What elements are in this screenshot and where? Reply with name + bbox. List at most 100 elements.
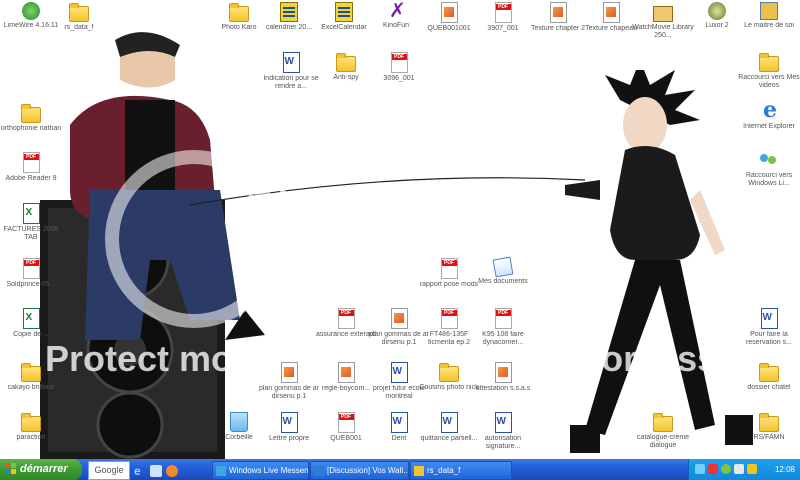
show-desktop-icon[interactable] (150, 465, 162, 477)
excel-icon (22, 308, 40, 329)
desktop-icon-label: QUEB001001 (427, 25, 471, 32)
desktop-icon-catalogue[interactable]: catalogue-creme dialogue (632, 412, 694, 450)
desktop-icon-rapport-pose[interactable]: rapport pose mods (418, 258, 480, 289)
desktop-icon-rs-data-f-top[interactable]: rs_data_f (48, 2, 110, 32)
desktop-icon-3907[interactable]: 3907_001 (472, 2, 534, 33)
desktop-icon-calendrier[interactable]: calendrier 20... (258, 2, 320, 32)
task-icon (216, 465, 226, 476)
desktop-icon-plan-gomme-2[interactable]: plan gommas de ar dirsenu p.1 (258, 362, 320, 401)
desktop-icon-3096[interactable]: 3096_001 (368, 52, 430, 83)
desktop-icon-label: Copie de ... (13, 331, 49, 338)
task-icon (314, 465, 324, 476)
desktop-icon-ie[interactable]: Internet Explorer (738, 97, 800, 131)
desktop-icon-rs-data-f-bottom[interactable]: RS/FAMN (738, 412, 800, 442)
media-player-icon[interactable] (166, 465, 178, 477)
desktop-icon-label: 3096_001 (383, 75, 415, 82)
pdf-icon (22, 152, 40, 173)
desktop-icon-le-maitre[interactable]: Le maitre de soi (738, 2, 800, 30)
excel-icon (22, 203, 40, 224)
folder-icon (21, 104, 41, 123)
task-label: [Discussion] Vos Wall... (327, 466, 409, 475)
kinofun-icon (387, 0, 406, 23)
desktop-icon-autorisation[interactable]: autorisation signature... (472, 412, 534, 451)
system-tray: 12:08 (688, 459, 800, 480)
antivirus-tray-icon[interactable] (708, 464, 718, 474)
photobucket-watermark: photobucket (245, 174, 551, 239)
word-icon (494, 412, 512, 433)
desktop-icon-label: rapport pose mods (419, 281, 479, 288)
folder-icon (653, 413, 673, 432)
pdf-icon (390, 52, 408, 73)
start-label: démarrer (20, 463, 68, 475)
folder-icon (336, 53, 356, 72)
messenger-tray-icon[interactable] (721, 464, 731, 474)
desktop-icon-label: Indication pour se rendre a... (263, 75, 319, 90)
desktop-icon-label: rs_data_f (64, 24, 94, 31)
desktop-icon-raccourci-mes-videos[interactable]: Raccourci vers Mes videos (738, 52, 800, 90)
desktop-icon-factures[interactable]: FACTURES 2008 TAB (0, 203, 62, 242)
windows-logo-icon (5, 463, 17, 475)
game-icon (708, 2, 726, 20)
pdf-icon (337, 412, 355, 433)
doc-icon (494, 362, 512, 383)
desktop-icon-label: Mes documents (478, 278, 528, 285)
update-tray-icon[interactable] (747, 464, 757, 474)
desktop-icon-cakayo[interactable]: cakayo brillone (0, 362, 62, 392)
taskbar-task-rs-data[interactable]: rs_data_f (410, 461, 512, 480)
desktop-icon-pour-faire[interactable]: Pour faire la reservation s... (738, 308, 800, 347)
desktop-icon-label: 3907_001 (487, 25, 519, 32)
desktop-icon-q89[interactable]: QUEB001001 (418, 2, 480, 33)
doc-icon (549, 2, 567, 23)
word-icon (390, 412, 408, 433)
desktop-icon-dossier[interactable]: dossier chatel (738, 362, 800, 392)
desktop-icon-quittance[interactable]: quittance partiell... (418, 412, 480, 443)
word-icon (282, 52, 300, 73)
desktop-icon-mes-documents[interactable]: Mes documents (472, 256, 534, 286)
desktop-icon-cousins[interactable]: Cousins photo nick (418, 362, 480, 392)
desktop-icon-label: Raccourci vers Mes videos (738, 74, 800, 89)
desktop-icon-label: plan gommas de ar dirsenu p.1 (259, 385, 319, 400)
desktop-icon-lettre[interactable]: Lettre propre (258, 412, 320, 443)
wallpaper-figure-right (565, 70, 753, 453)
volume-tray-icon[interactable] (734, 464, 744, 474)
folder-icon (21, 413, 41, 432)
folder-icon (759, 413, 779, 432)
clock[interactable]: 12:08 (775, 459, 795, 480)
desktop-icon-label: paraction (16, 434, 46, 441)
desktop-icon-paraction[interactable]: paraction (0, 412, 62, 442)
desktop-icon-copie[interactable]: Copie de ... (0, 308, 62, 339)
taskbar-task-messenger[interactable]: Windows Live Messen... (212, 461, 309, 480)
desktop-icon-windows-live[interactable]: Raccourci vers Windows Li... (738, 152, 800, 188)
desktop: photobucket Protect more of your memorie… (0, 0, 800, 459)
ie-icon (760, 97, 778, 123)
word-icon (440, 412, 458, 433)
desktop-icon-k95[interactable]: K95 108 faire dynacorner... (472, 308, 534, 347)
desktop-icon-label: attestation s.s.a.s (475, 385, 531, 392)
desktop-icon-label: Soldprince-05... (6, 281, 56, 288)
doc-icon (280, 362, 298, 383)
google-search-input[interactable]: Google (88, 461, 130, 480)
word-icon (760, 308, 778, 329)
desktop-icon-adobe[interactable]: Adobe Reader 9 (0, 152, 62, 183)
desktop-icon-ft486[interactable]: FT486-135F ticmenta ep.2 (418, 308, 480, 347)
ie-quicklaunch-icon[interactable]: e (134, 465, 146, 477)
network-tray-icon[interactable] (695, 464, 705, 474)
folder-icon (21, 363, 41, 382)
desktop-icon-attestation[interactable]: attestation s.s.a.s (472, 362, 534, 393)
desktop-icon-label: dossier chatel (747, 384, 791, 391)
taskbar-task-discussion[interactable]: [Discussion] Vos Wall... (310, 461, 409, 480)
doc-icon (337, 362, 355, 383)
pdf-icon (337, 308, 355, 329)
desktop-icon-watchlist[interactable]: WatchMovie Library 250... (632, 2, 694, 40)
desktop-icon-label: K95 108 faire dynacorner... (482, 331, 524, 346)
desktop-icon-indication[interactable]: Indication pour se rendre a... (260, 52, 322, 91)
desktop-icon-label: Le maitre de soi (744, 22, 794, 29)
desktop-icon-label: calendrier 20... (265, 24, 313, 31)
desktop-icon-label: Pour faire la reservation s... (746, 331, 792, 346)
task-label: Windows Live Messen... (229, 466, 309, 475)
desktop-icon-label: FACTURES 2008 TAB (3, 226, 59, 241)
start-button[interactable]: démarrer (0, 459, 82, 480)
desktop-icon-orthophonie[interactable]: orthophonie nathan (0, 103, 62, 133)
desktop-icon-solde[interactable]: Soldprince-05... (0, 258, 62, 289)
app-icon (22, 2, 40, 20)
